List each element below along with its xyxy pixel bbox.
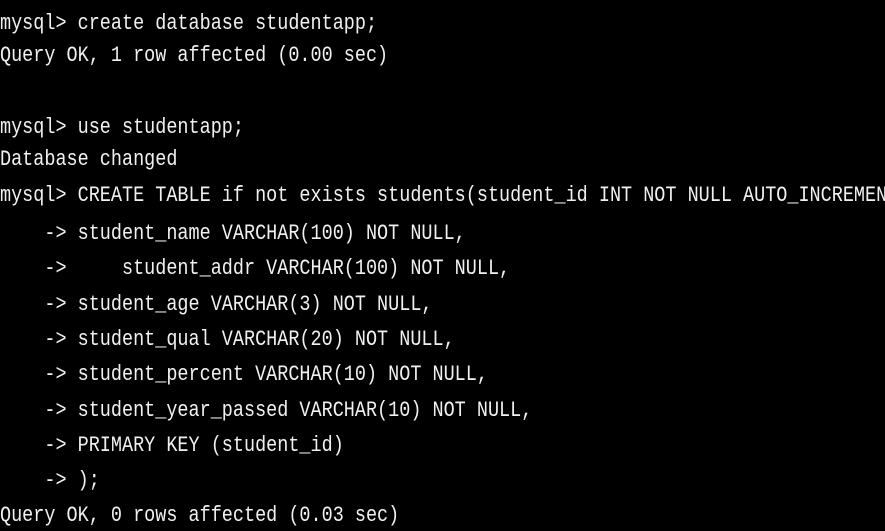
terminal-line: -> PRIMARY KEY (student_id) [0,433,344,458]
terminal-line: Database changed [0,147,178,172]
terminal-line: mysql> create database studentapp; [0,11,378,36]
terminal-line: mysql> use studentapp; [0,115,244,140]
terminal-line: -> student_age VARCHAR(3) NOT NULL, [0,292,433,317]
terminal-line: -> student_percent VARCHAR(10) NOT NULL, [0,362,488,387]
terminal-line: -> student_year_passed VARCHAR(10) NOT N… [0,398,533,423]
terminal-line: Query OK, 1 row affected (0.00 sec) [0,43,389,68]
terminal-window[interactable]: mysql> create database studentapp; Query… [0,0,885,531]
terminal-line: mysql> CREATE TABLE if not exists studen… [0,183,885,208]
terminal-line: Query OK, 0 rows affected (0.03 sec) [0,503,400,528]
terminal-line: -> student_addr VARCHAR(100) NOT NULL, [0,256,511,281]
terminal-line: -> student_name VARCHAR(100) NOT NULL, [0,221,466,246]
terminal-line: -> ); [0,468,100,493]
terminal-line: -> student_qual VARCHAR(20) NOT NULL, [0,327,455,352]
